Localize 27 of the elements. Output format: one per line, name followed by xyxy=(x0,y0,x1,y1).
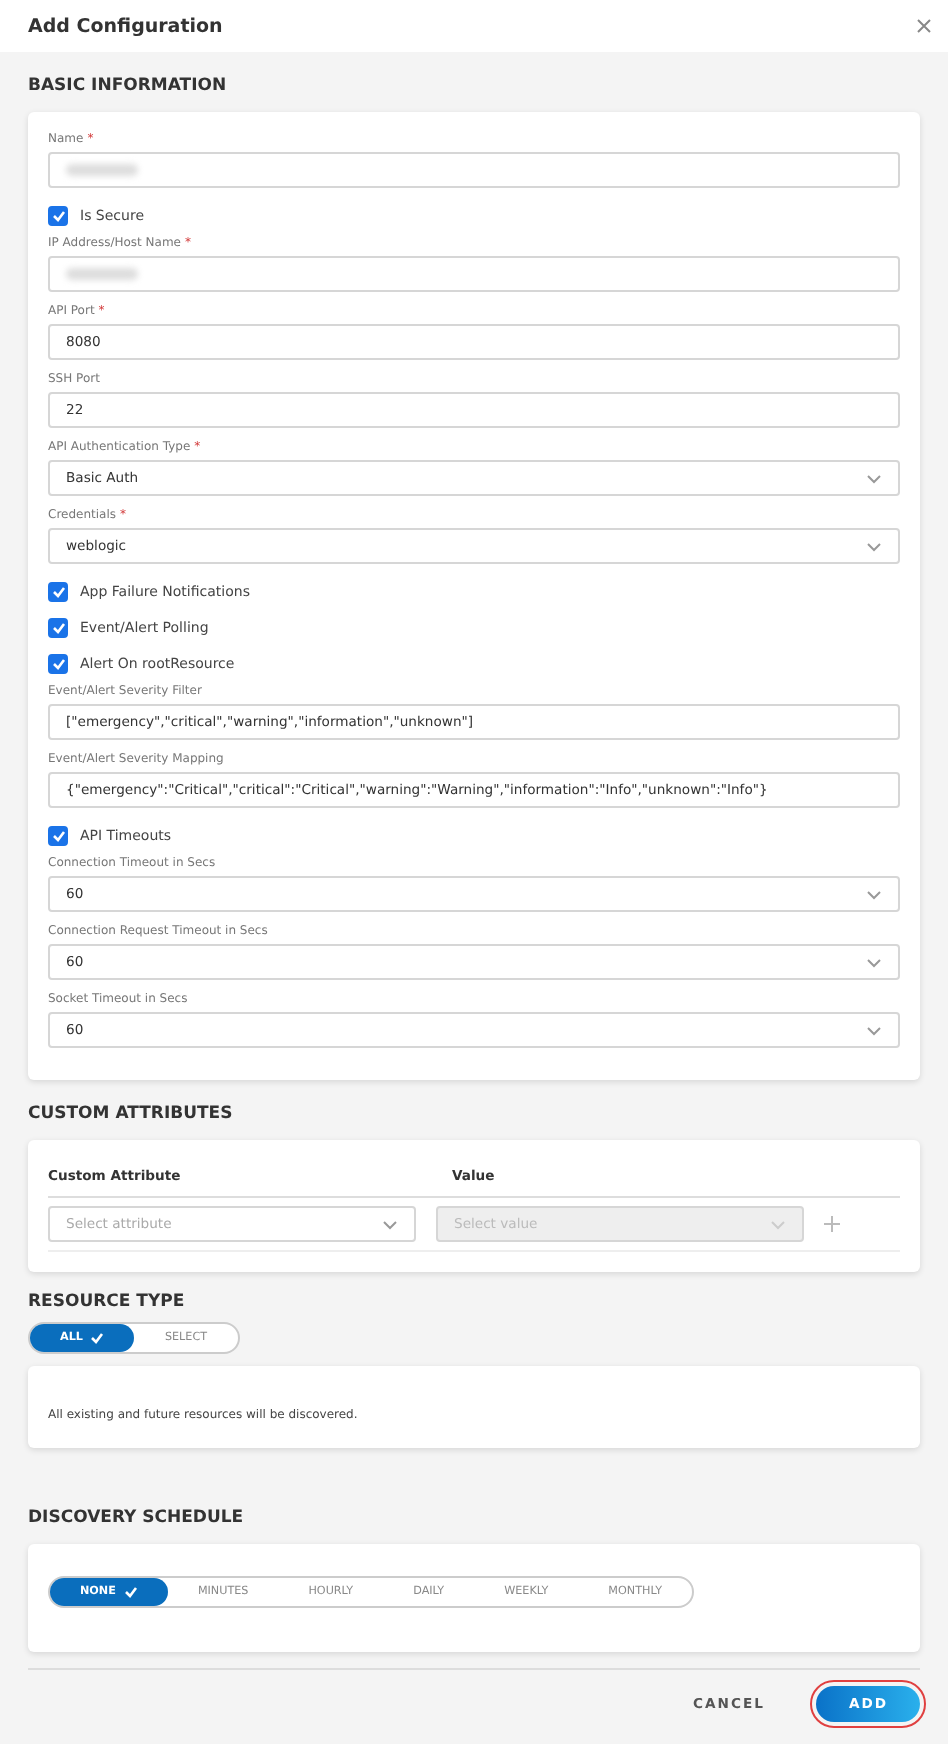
input-field[interactable] xyxy=(48,152,900,188)
section-heading: RESOURCE TYPE xyxy=(28,1292,187,1312)
checkbox[interactable] xyxy=(48,581,68,601)
section-heading: DISCOVERY SCHEDULE xyxy=(28,1508,246,1528)
check-icon xyxy=(51,585,65,597)
checkbox[interactable] xyxy=(48,825,68,845)
chevron-down-icon xyxy=(770,1219,786,1229)
input-field[interactable] xyxy=(48,256,900,292)
checkbox[interactable] xyxy=(48,205,68,225)
section-heading: BASIC INFORMATION xyxy=(28,76,229,96)
chevron-down-icon xyxy=(866,1025,882,1035)
check-icon xyxy=(51,621,65,633)
check-icon xyxy=(90,1332,105,1344)
dialog-title: Add Configuration xyxy=(28,15,223,37)
chevron-down-icon xyxy=(382,1219,398,1229)
chevron-down-icon xyxy=(866,473,882,483)
check-icon xyxy=(51,209,65,221)
chevron-down-icon xyxy=(866,541,882,551)
chevron-down-icon xyxy=(866,889,882,899)
section-heading: CUSTOM ATTRIBUTES xyxy=(28,1104,235,1124)
check-icon xyxy=(51,829,65,841)
checkbox[interactable] xyxy=(48,653,68,673)
chevron-down-icon xyxy=(866,957,882,967)
check-icon xyxy=(123,1586,138,1598)
checkbox[interactable] xyxy=(48,617,68,637)
close-icon[interactable] xyxy=(916,18,932,34)
check-icon xyxy=(51,657,65,669)
